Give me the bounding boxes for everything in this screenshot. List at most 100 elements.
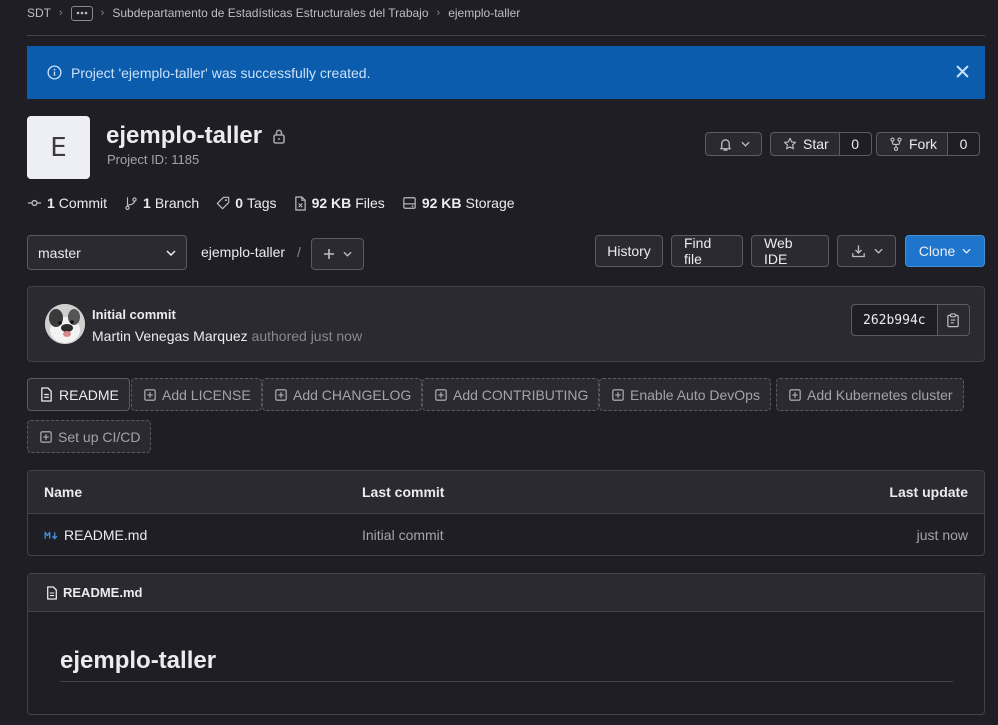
storage-label: Storage — [465, 195, 515, 211]
author-avatar[interactable] — [45, 304, 85, 344]
enable-auto-devops-button[interactable]: Enable Auto DevOps — [599, 378, 771, 411]
download-dropdown[interactable] — [837, 235, 896, 267]
file-name-cell[interactable]: README.md — [44, 527, 147, 543]
readme-button[interactable]: README — [27, 378, 130, 411]
column-header-name: Name — [44, 484, 83, 500]
fork-label: Fork — [909, 136, 937, 152]
branch-name: master — [38, 244, 81, 261]
files-label: Files — [355, 195, 385, 211]
file-icon — [294, 195, 306, 211]
tag-icon — [216, 196, 230, 210]
storage-icon — [403, 197, 416, 209]
add-contributing-button[interactable]: Add CONTRIBUTING — [422, 378, 600, 411]
tags-stat[interactable]: 0 Tags — [216, 195, 277, 211]
document-icon — [47, 585, 57, 600]
star-count[interactable]: 0 — [839, 132, 872, 156]
clone-dropdown[interactable]: Clone — [905, 235, 985, 267]
chevron-down-icon — [740, 141, 750, 147]
readme-header: README.md — [28, 574, 984, 612]
commit-author[interactable]: Martin Venegas Marquez — [92, 328, 248, 344]
commit-sha[interactable]: 262b994c — [851, 304, 938, 336]
notification-settings-button[interactable] — [705, 132, 762, 156]
markdown-icon — [44, 531, 58, 539]
breadcrumb-divider — [27, 35, 985, 36]
web-ide-button[interactable]: Web IDE — [751, 235, 829, 267]
dog-avatar-icon — [45, 304, 85, 344]
tags-label: Tags — [246, 195, 277, 211]
storage-size: 92 KB — [421, 195, 462, 211]
star-button[interactable]: Star — [770, 132, 840, 156]
column-header-last-commit: Last commit — [362, 484, 445, 500]
project-id: Project ID: 1185 — [107, 152, 200, 167]
commit-icon — [27, 199, 42, 207]
readme-heading-rule — [60, 681, 953, 682]
ellipsis-icon — [76, 11, 87, 15]
close-icon — [956, 65, 969, 78]
clipboard-icon — [947, 312, 959, 327]
close-alert-button[interactable] — [956, 65, 969, 78]
find-file-button[interactable]: Find file — [671, 235, 743, 267]
copy-sha-button[interactable] — [937, 304, 970, 336]
setup-cicd-label: Set up CI/CD — [58, 428, 141, 445]
file-last-commit[interactable]: Initial commit — [362, 527, 444, 543]
storage-stat[interactable]: 92 KB Storage — [402, 195, 515, 211]
add-changelog-button[interactable]: Add CHANGELOG — [262, 378, 423, 411]
table-row[interactable]: README.md Initial commit just now — [28, 514, 984, 556]
history-button[interactable]: History — [595, 235, 663, 267]
branch-selector[interactable]: master — [27, 235, 187, 270]
plus-square-icon — [275, 388, 287, 401]
plus-square-icon — [612, 388, 624, 401]
readme-filename[interactable]: README.md — [63, 585, 142, 600]
file-last-update: just now — [916, 527, 968, 543]
project-title: ejemplo-taller — [106, 122, 286, 150]
lock-icon — [272, 128, 286, 144]
project-stats: 1 Commit 1 Branch 0 Tags 92 KB Files 92 … — [27, 193, 532, 213]
tags-count: 0 — [235, 195, 243, 211]
path-separator: / — [297, 244, 301, 260]
readme-button-label: README — [59, 386, 119, 403]
add-kubernetes-cluster-button[interactable]: Add Kubernetes cluster — [776, 378, 964, 411]
fork-button-group: Fork 0 — [876, 132, 980, 156]
commit-title[interactable]: Initial commit — [92, 307, 176, 322]
star-label: Star — [803, 136, 829, 152]
last-commit-panel: Initial commit Martin Venegas Marquez au… — [27, 286, 985, 362]
star-icon — [783, 137, 797, 150]
add-license-label: Add LICENSE — [162, 386, 251, 403]
breadcrumb-root[interactable]: SDT — [27, 6, 51, 20]
download-icon — [851, 245, 865, 258]
enable-auto-devops-label: Enable Auto DevOps — [630, 386, 760, 403]
more-breadcrumbs-button[interactable] — [70, 5, 93, 21]
project-name: ejemplo-taller — [106, 122, 263, 149]
breadcrumb-project[interactable]: ejemplo-taller — [448, 6, 520, 20]
repo-path-link[interactable]: ejemplo-taller — [201, 244, 285, 260]
commits-stat[interactable]: 1 Commit — [27, 195, 107, 211]
add-contributing-label: Add CONTRIBUTING — [453, 386, 589, 403]
star-button-group: Star 0 — [770, 132, 872, 156]
files-size: 92 KB — [311, 195, 352, 211]
file-name[interactable]: README.md — [64, 527, 147, 543]
chevron-down-icon — [873, 248, 883, 254]
add-file-dropdown[interactable] — [311, 238, 364, 270]
column-header-last-update: Last update — [889, 484, 968, 500]
fork-count[interactable]: 0 — [948, 132, 980, 156]
commit-author-line: Martin Venegas Marquez authored just now — [92, 328, 362, 344]
breadcrumb-group[interactable]: Subdepartamento de Estadísticas Estructu… — [112, 6, 428, 20]
setup-cicd-button[interactable]: Set up CI/CD — [27, 420, 152, 453]
readme-heading: ejemplo-taller — [60, 647, 217, 674]
chevron-down-icon — [166, 249, 176, 256]
files-stat[interactable]: 92 KB Files — [294, 195, 385, 211]
add-changelog-label: Add CHANGELOG — [293, 386, 412, 403]
info-icon — [47, 65, 62, 80]
fork-button[interactable]: Fork — [876, 132, 948, 156]
file-table: Name Last commit Last update README.md I… — [27, 470, 985, 556]
commits-label: Commit — [58, 195, 108, 211]
fork-icon — [890, 137, 902, 151]
add-license-button[interactable]: Add LICENSE — [131, 378, 262, 411]
alert-message: Project 'ejemplo-taller' was successfull… — [71, 64, 371, 81]
commit-sha-group: 262b994c — [851, 304, 970, 336]
readme-preview: README.md ejemplo-taller — [27, 573, 985, 715]
breadcrumb: SDT › › Subdepartamento de Estadísticas … — [27, 4, 520, 22]
project-avatar: E — [27, 116, 90, 179]
branches-stat[interactable]: 1 Branch — [124, 195, 199, 211]
document-icon — [41, 387, 52, 402]
